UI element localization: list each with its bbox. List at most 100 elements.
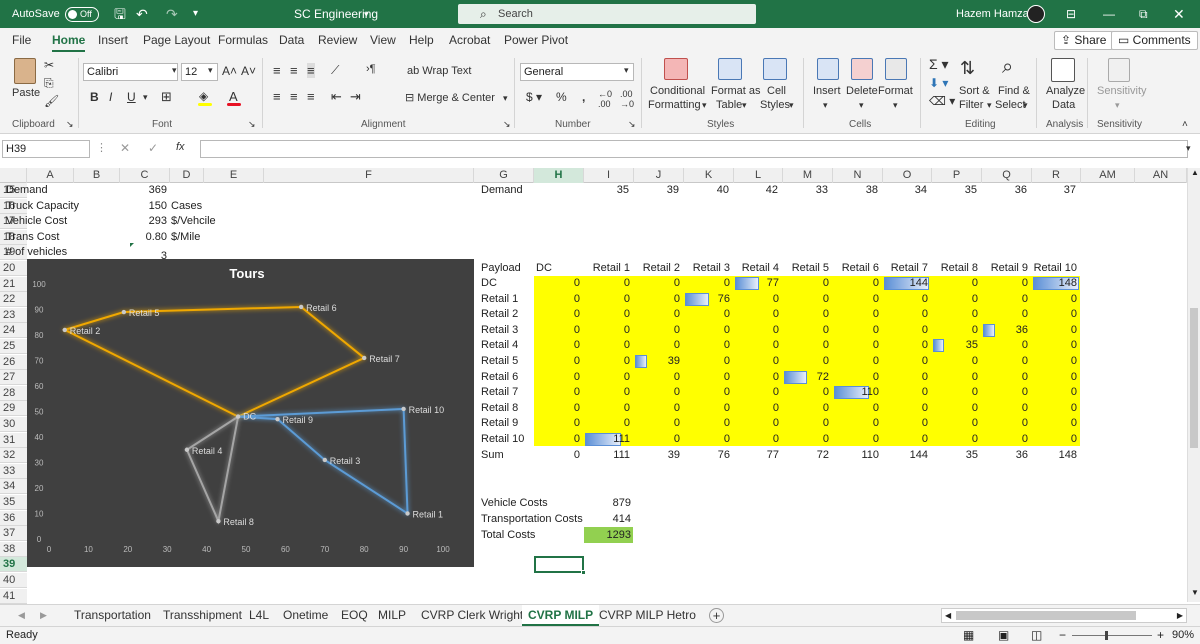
tab-insert[interactable]: Insert: [98, 28, 128, 52]
tour-line-2[interactable]: [238, 407, 409, 516]
tab-data[interactable]: Data: [279, 28, 304, 52]
tab-home[interactable]: Home: [52, 28, 86, 52]
column-header-an[interactable]: AN: [1135, 168, 1187, 183]
underline-button[interactable]: U: [127, 90, 136, 104]
find-select-label-2[interactable]: Select: [995, 99, 1026, 111]
name-box[interactable]: H39: [2, 140, 90, 158]
cell-styles-label-2[interactable]: Styles: [760, 99, 790, 111]
conditional-formatting-label-2[interactable]: Formatting: [648, 99, 701, 111]
comments-button[interactable]: ▭ Comments: [1111, 31, 1198, 50]
paste-label[interactable]: Paste: [12, 87, 40, 99]
column-header-m[interactable]: M: [783, 168, 833, 183]
chart-point-retail-10[interactable]: [401, 406, 406, 412]
format-as-table-icon[interactable]: [718, 58, 742, 80]
font-size-chevron-icon[interactable]: ▾: [208, 65, 213, 76]
format-painter-icon[interactable]: 🖌: [44, 94, 59, 108]
fill-handle[interactable]: [581, 570, 586, 575]
chart-point-retail-2[interactable]: [62, 327, 67, 333]
font-name-box[interactable]: Calibri: [83, 63, 178, 81]
align-top-icon[interactable]: ≡: [273, 63, 281, 78]
horizontal-scrollbar[interactable]: ◀ ▶: [941, 608, 1187, 623]
cell-styles-icon[interactable]: [763, 58, 787, 80]
align-middle-icon[interactable]: ≡: [290, 63, 298, 78]
sensitivity-chevron-icon[interactable]: ▾: [1115, 100, 1120, 111]
formula-input[interactable]: [200, 140, 1188, 158]
number-format-chevron-icon[interactable]: ▾: [624, 65, 629, 76]
borders-icon[interactable]: ⊞: [161, 89, 172, 105]
clipboard-launcher-icon[interactable]: ↘: [66, 119, 74, 130]
find-chevron-icon[interactable]: ▾: [1023, 100, 1028, 111]
name-box-splitter-icon[interactable]: ⋮: [96, 141, 107, 154]
analyze-data-icon[interactable]: [1051, 58, 1075, 82]
find-select-icon[interactable]: ⌕: [1002, 56, 1013, 79]
paste-icon[interactable]: [14, 58, 36, 84]
format-as-table-label-2[interactable]: Table: [716, 99, 742, 111]
restore-icon[interactable]: ⧉: [1139, 0, 1148, 28]
column-header-k[interactable]: K: [684, 168, 734, 183]
chart-point-retail-9[interactable]: [275, 416, 280, 422]
scroll-right-icon[interactable]: ▶: [1177, 609, 1183, 622]
conditional-formatting-icon[interactable]: [664, 58, 688, 80]
avatar[interactable]: [1027, 5, 1045, 23]
minimize-icon[interactable]: —: [1103, 0, 1115, 28]
sheet-tab-cvrp-clerk-wright[interactable]: CVRP Clerk Wright: [417, 605, 527, 626]
conditional-formatting-label-1[interactable]: Conditional: [650, 85, 705, 97]
tab-formulas[interactable]: Formulas: [218, 28, 268, 52]
zoom-slider[interactable]: [1072, 635, 1152, 636]
save-icon[interactable]: 🖫: [114, 0, 126, 28]
tab-acrobat[interactable]: Acrobat: [449, 28, 490, 52]
column-header-d[interactable]: D: [170, 168, 204, 183]
text-direction-icon[interactable]: ›¶: [366, 63, 376, 75]
merge-center-button[interactable]: ⊟ Merge & Center ▾: [405, 91, 507, 104]
wrap-text-button[interactable]: ab Wrap Text: [407, 65, 471, 77]
ribbon-display-icon[interactable]: ⊟: [1066, 0, 1076, 28]
decrease-indent-icon[interactable]: ⇤: [331, 89, 342, 105]
cs-chevron-icon[interactable]: ▾: [789, 100, 794, 111]
column-header-n[interactable]: N: [833, 168, 883, 183]
clear-icon[interactable]: ⌫ ▾: [929, 94, 955, 108]
sort-filter-label-1[interactable]: Sort &: [959, 85, 990, 97]
find-select-label-1[interactable]: Find &: [998, 85, 1030, 97]
customize-qat-icon[interactable]: ▾: [193, 0, 198, 28]
format-as-table-label-1[interactable]: Format as: [711, 85, 761, 97]
normal-view-icon[interactable]: ▦: [963, 628, 974, 642]
page-break-view-icon[interactable]: ◫: [1031, 628, 1042, 642]
fat-chevron-icon[interactable]: ▾: [742, 100, 747, 111]
column-header-am[interactable]: AM: [1081, 168, 1135, 183]
page-layout-view-icon[interactable]: ▣: [998, 628, 1009, 642]
tab-power-pivot[interactable]: Power Pivot: [504, 28, 568, 52]
prev-sheet-icon[interactable]: ◀: [18, 605, 25, 626]
number-format-box[interactable]: General: [520, 63, 634, 81]
comma-icon[interactable]: ,: [582, 90, 585, 104]
title-chevron-down-icon[interactable]: ▾: [364, 0, 369, 28]
insert-label[interactable]: Insert: [813, 85, 841, 97]
share-button[interactable]: ⇪ Share: [1054, 31, 1114, 50]
column-header-h[interactable]: H: [534, 168, 584, 183]
undo-icon[interactable]: ↶: [136, 0, 148, 28]
zoom-level[interactable]: 90%: [1172, 629, 1194, 641]
close-icon[interactable]: ✕: [1173, 0, 1185, 28]
number-launcher-icon[interactable]: ↘: [628, 119, 636, 130]
selected-cell[interactable]: [534, 556, 584, 573]
sensitivity-button-label[interactable]: Sensitivity: [1097, 85, 1147, 97]
user-name[interactable]: Hazem Hamza: [956, 0, 1029, 28]
insert-function-icon[interactable]: fx: [176, 141, 185, 153]
autosave-toggle[interactable]: Off: [65, 7, 99, 22]
column-header-p[interactable]: P: [932, 168, 982, 183]
search-box[interactable]: ⌕ Search: [458, 4, 756, 24]
bold-button[interactable]: B: [90, 90, 99, 104]
font-name-chevron-icon[interactable]: ▾: [172, 65, 177, 76]
column-header-l[interactable]: L: [734, 168, 783, 183]
column-header-b[interactable]: B: [74, 168, 120, 183]
underline-chevron-icon[interactable]: ▾: [143, 92, 148, 103]
chart-point-retail-1[interactable]: [405, 511, 410, 516]
chart-point-retail-4[interactable]: [184, 447, 190, 452]
chart-point-retail-3[interactable]: [322, 457, 327, 463]
column-header-r[interactable]: R: [1032, 168, 1081, 183]
format-label[interactable]: Format: [878, 85, 913, 97]
confirm-entry-icon[interactable]: ✓: [148, 141, 158, 155]
sheet-tab-onetime[interactable]: Onetime: [279, 605, 332, 626]
align-bottom-icon[interactable]: ≡: [307, 63, 315, 78]
column-header-q[interactable]: Q: [982, 168, 1032, 183]
redo-icon[interactable]: ↷: [166, 0, 178, 28]
